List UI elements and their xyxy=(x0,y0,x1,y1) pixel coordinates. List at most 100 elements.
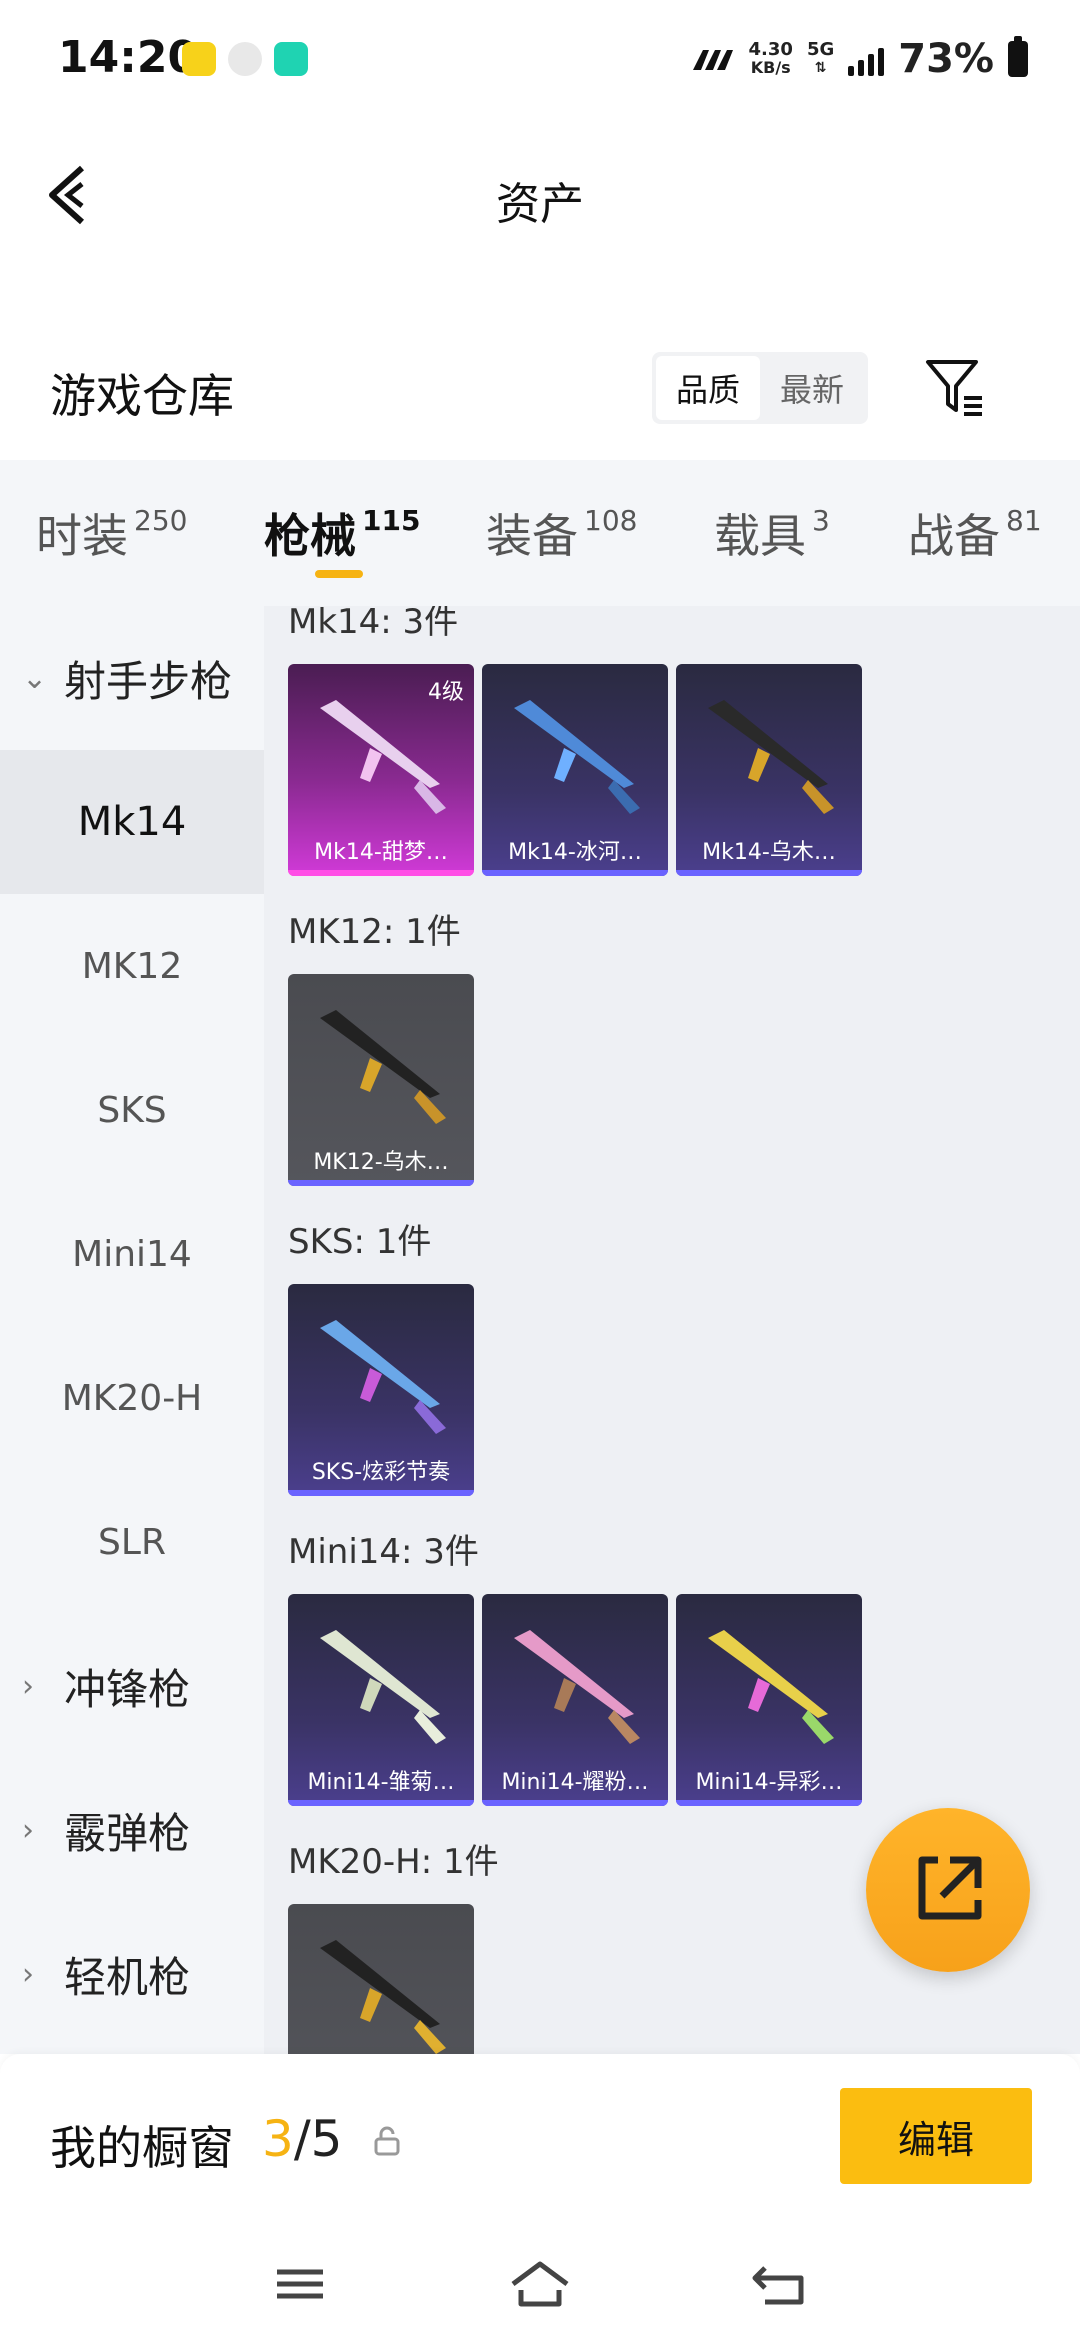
sidebar-group-lmg[interactable]: › 轻机枪 xyxy=(0,1902,264,2046)
home-icon xyxy=(511,2261,569,2307)
sidebar-item-mk14[interactable]: Mk14 xyxy=(0,750,264,894)
card-level: 4级 xyxy=(428,680,464,705)
menu-nav-button[interactable] xyxy=(265,2254,335,2314)
weapon-card[interactable]: Mk14-乌木… xyxy=(676,664,862,876)
status-bar: 14:20 4.30 KB/s 5G ⇅ 73% xyxy=(0,0,1080,120)
menu-icon xyxy=(277,2269,323,2299)
weapon-sidebar: ⌄ 射手步枪 Mk14 MK12 SKS Mini14 MK20-H SLR ›… xyxy=(0,606,264,2054)
net-unit: KB/s xyxy=(750,58,791,77)
showcase-count: 3/5 xyxy=(262,2110,342,2168)
sidebar-group-smg[interactable]: › 冲锋枪 xyxy=(0,1614,264,1758)
rifle-image-icon xyxy=(514,700,640,814)
back-nav-button[interactable] xyxy=(745,2254,815,2314)
card-name: Mini14-异彩… xyxy=(695,1770,843,1795)
tab-count: 108 xyxy=(584,504,638,537)
rifle-image-icon xyxy=(320,1630,446,1744)
tab-count: 250 xyxy=(134,504,188,537)
sidebar-group-marksman[interactable]: ⌄ 射手步枪 xyxy=(0,606,264,750)
card-name: MK12-乌木… xyxy=(313,1150,449,1175)
category-tabs: 时装 250 枪械 115 装备 108 载具 3 战备 81 xyxy=(0,460,1080,606)
warehouse-title: 游戏仓库 xyxy=(50,369,234,423)
share-external-icon xyxy=(918,1856,982,1920)
chevron-right-icon: › xyxy=(22,1668,34,1704)
tab-active-indicator xyxy=(315,570,363,578)
rifle-image-icon xyxy=(320,1010,446,1124)
sidebar-group-label: 霰弹枪 xyxy=(64,1808,191,1858)
tab-label: 战备 xyxy=(908,509,1000,563)
filter-icon xyxy=(926,360,982,416)
card-name: Mk14-甜梦… xyxy=(314,840,448,865)
rifle-image-icon xyxy=(320,1940,446,2054)
group-label-mk20h: MK20-H: 1件 xyxy=(288,1842,499,1882)
card-name: Mini14-雏菊… xyxy=(307,1770,455,1795)
rifle-image-icon xyxy=(708,1630,834,1744)
tab-label: 装备 xyxy=(486,509,578,563)
sort-newest-button[interactable]: 最新 xyxy=(760,356,864,420)
showcase-total: /5 xyxy=(293,2110,343,2168)
rifle-image-icon xyxy=(320,1320,446,1434)
tab-label: 枪械 xyxy=(264,509,356,563)
system-nav-bar xyxy=(0,2224,1080,2344)
tab-label: 时装 xyxy=(36,509,128,563)
weapon-card[interactable]: 4级 Mk14-甜梦… xyxy=(288,664,474,876)
sort-toggle: 品质 最新 xyxy=(652,352,868,424)
sidebar-item-sks[interactable]: SKS xyxy=(0,1038,264,1182)
group-label-mini14: Mini14: 3件 xyxy=(288,1532,479,1572)
sidebar-item-mk20h[interactable]: MK20-H xyxy=(0,1326,264,1470)
net-speed: 4.30 xyxy=(748,39,793,60)
sidebar-item-slr[interactable]: SLR xyxy=(0,1470,264,1614)
tab-fashion[interactable]: 时装 250 xyxy=(36,500,187,566)
app-notification-icon xyxy=(182,42,216,76)
network-type: 5G xyxy=(806,39,835,60)
sidebar-group-shotgun[interactable]: › 霰弹枪 xyxy=(0,1758,264,1902)
tab-count: 3 xyxy=(812,504,830,537)
tab-count: 81 xyxy=(1006,504,1042,537)
card-name: Mk14-冰河… xyxy=(508,840,642,865)
weapon-card[interactable]: Mini14-耀粉… xyxy=(482,1594,668,1806)
edit-button[interactable]: 编辑 xyxy=(840,2088,1032,2184)
showcase-label: 我的橱窗 xyxy=(50,2121,234,2175)
weapon-card[interactable]: SKS-炫彩节奏 xyxy=(288,1284,474,1496)
showcase-bar: 我的橱窗 3/5 编辑 xyxy=(0,2054,1080,2224)
card-name: Mini14-耀粉… xyxy=(501,1770,649,1795)
chevron-right-icon: › xyxy=(22,1812,34,1848)
rifle-image-icon xyxy=(708,700,834,814)
share-button[interactable] xyxy=(866,1808,1030,1972)
tab-supplies[interactable]: 战备 81 xyxy=(908,500,1042,566)
chevron-right-icon: › xyxy=(22,1956,34,1992)
sidebar-item-mini14[interactable]: Mini14 xyxy=(0,1182,264,1326)
group-label-sks: SKS: 1件 xyxy=(288,1222,432,1262)
shield-app-icon xyxy=(274,42,308,76)
weapon-card[interactable] xyxy=(288,1904,474,2054)
weapon-card[interactable]: Mini14-雏菊… xyxy=(288,1594,474,1806)
battery-percent: 73% xyxy=(898,36,994,82)
sidebar-group-label: 射手步枪 xyxy=(64,656,233,706)
unlock-icon xyxy=(374,2126,400,2156)
signal-icon xyxy=(848,42,885,76)
group-label-mk14: Mk14: 3件 xyxy=(288,606,459,642)
tab-count: 115 xyxy=(362,504,421,537)
rifle-image-icon xyxy=(514,1630,640,1744)
sort-quality-button[interactable]: 品质 xyxy=(656,356,760,420)
rifle-image-icon xyxy=(320,700,446,814)
showcase-current: 3 xyxy=(262,2110,294,2168)
tab-label: 载具 xyxy=(714,509,806,563)
group-label-mk12: MK12: 1件 xyxy=(288,912,461,952)
wifi-icon xyxy=(692,50,733,70)
tab-equipment[interactable]: 装备 108 xyxy=(486,500,637,566)
weapon-card[interactable]: Mk14-冰河… xyxy=(482,664,668,876)
battery-icon xyxy=(1008,36,1028,77)
weapon-card[interactable]: MK12-乌木… xyxy=(288,974,474,1186)
weapon-card[interactable]: Mini14-异彩… xyxy=(676,1594,862,1806)
tab-firearms[interactable]: 枪械 115 xyxy=(264,500,420,566)
card-name: Mk14-乌木… xyxy=(702,840,836,865)
sidebar-item-mk12[interactable]: MK12 xyxy=(0,894,264,1038)
filter-button[interactable] xyxy=(924,356,986,418)
avatar-notification-icon xyxy=(228,42,262,76)
status-time: 14:20 xyxy=(58,32,199,83)
page-title: 资产 xyxy=(496,179,584,230)
home-nav-button[interactable] xyxy=(505,2254,575,2314)
sidebar-group-label: 轻机枪 xyxy=(64,1952,191,2002)
tab-vehicles[interactable]: 载具 3 xyxy=(714,500,830,566)
back-nav-icon xyxy=(752,2266,804,2305)
